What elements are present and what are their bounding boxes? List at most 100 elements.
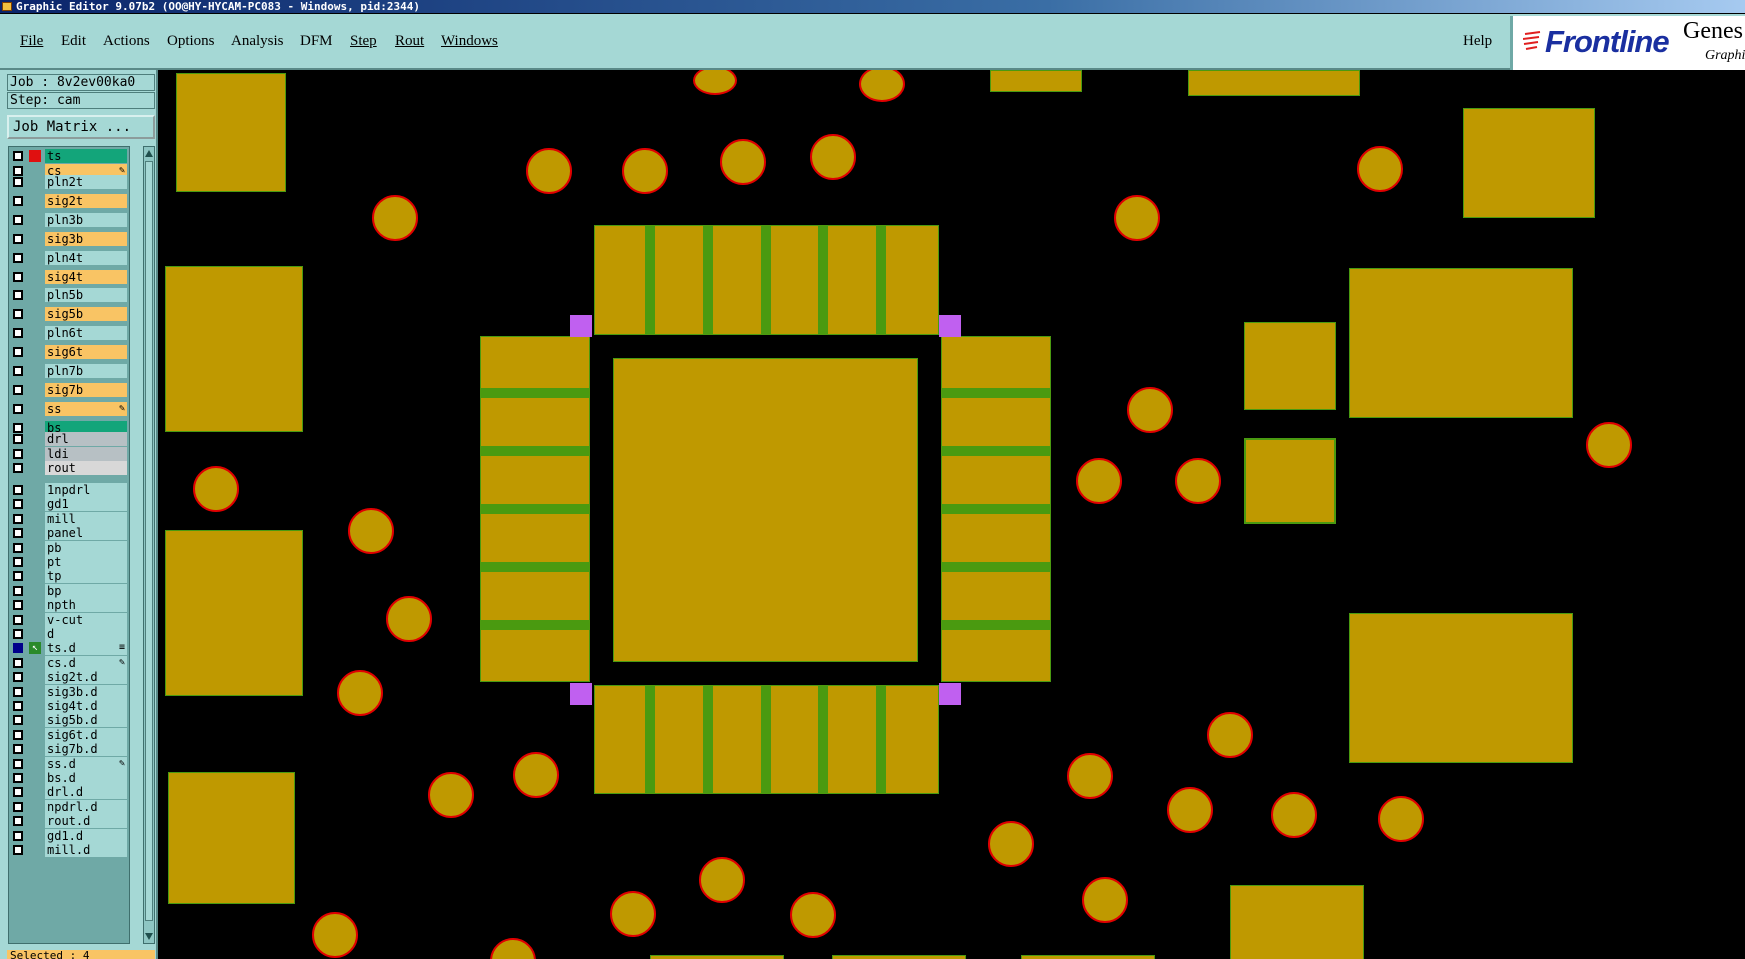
scroll-down-arrow-icon[interactable] — [145, 933, 153, 940]
layer-checkbox[interactable] — [13, 643, 23, 653]
layer-checkbox[interactable] — [13, 196, 23, 206]
layer-row-d[interactable]: d — [10, 627, 128, 641]
layer-row-cs-d[interactable]: cs.d ✎ — [10, 656, 128, 670]
layer-row-ldi[interactable]: ldi — [10, 447, 128, 461]
layer-row-sig6t-d[interactable]: sig6t.d — [10, 728, 128, 742]
layer-checkbox[interactable] — [13, 629, 23, 639]
layer-checkbox[interactable] — [13, 615, 23, 625]
layer-list-scrollbar[interactable] — [143, 146, 155, 944]
layer-row-sig3b-d[interactable]: sig3b.d — [10, 685, 128, 699]
layer-checkbox[interactable] — [13, 328, 23, 338]
layer-row-pln2t[interactable]: pln2t — [10, 175, 128, 189]
scroll-up-arrow-icon[interactable] — [145, 150, 153, 157]
layer-checkbox[interactable] — [13, 802, 23, 812]
layer-row-rout[interactable]: rout — [10, 461, 128, 475]
layer-checkbox[interactable] — [13, 816, 23, 826]
layer-row-pln5b[interactable]: pln5b — [10, 288, 128, 302]
layer-row-pln7b[interactable]: pln7b — [10, 364, 128, 378]
layer-row-sig5b[interactable]: sig5b — [10, 307, 128, 321]
layer-row-tp[interactable]: tp — [10, 569, 128, 583]
menu-actions[interactable]: Actions — [103, 33, 150, 50]
layer-row-sig7b[interactable]: sig7b — [10, 383, 128, 397]
layer-row-pln3b[interactable]: pln3b — [10, 213, 128, 227]
layer-row-bp[interactable]: bp — [10, 584, 128, 598]
layer-checkbox[interactable] — [13, 528, 23, 538]
layer-checkbox[interactable] — [13, 485, 23, 495]
layer-row-sig4t[interactable]: sig4t — [10, 270, 128, 284]
layer-checkbox[interactable] — [13, 571, 23, 581]
layer-checkbox[interactable] — [13, 787, 23, 797]
layer-row-sig5b-d[interactable]: sig5b.d — [10, 713, 128, 727]
layer-row-pln6t[interactable]: pln6t — [10, 326, 128, 340]
layer-checkbox[interactable] — [13, 177, 23, 187]
layer-checkbox[interactable] — [13, 253, 23, 263]
menu-windows[interactable]: Windows — [441, 33, 498, 50]
layer-checkbox[interactable] — [13, 234, 23, 244]
layer-row-sig3b[interactable]: sig3b — [10, 232, 128, 246]
layer-row-npdrl-d[interactable]: npdrl.d — [10, 800, 128, 814]
layer-checkbox[interactable] — [13, 499, 23, 509]
menu-rout[interactable]: Rout — [395, 33, 424, 50]
menu-options[interactable]: Options — [167, 33, 215, 50]
menu-analysis[interactable]: Analysis — [231, 33, 284, 50]
layer-checkbox[interactable] — [13, 586, 23, 596]
layer-checkbox[interactable] — [13, 773, 23, 783]
layer-checkbox[interactable] — [13, 600, 23, 610]
layer-row-mill-d[interactable]: mill.d — [10, 843, 128, 857]
layer-checkbox[interactable] — [13, 404, 23, 414]
layer-row-ss[interactable]: ss ✎ — [10, 402, 128, 416]
layer-checkbox[interactable] — [13, 845, 23, 855]
layer-row-sig6t[interactable]: sig6t — [10, 345, 128, 359]
layer-checkbox[interactable] — [13, 514, 23, 524]
menu-dfm[interactable]: DFM — [300, 33, 333, 50]
layer-row-gd1-d[interactable]: gd1.d — [10, 829, 128, 843]
layer-row-sig7b-d[interactable]: sig7b.d — [10, 742, 128, 756]
layer-row-ss-d[interactable]: ss.d ✎ — [10, 757, 128, 771]
layer-checkbox[interactable] — [13, 309, 23, 319]
layer-row-pb[interactable]: pb — [10, 541, 128, 555]
layer-row-pt[interactable]: pt — [10, 555, 128, 569]
layer-row-sig4t-d[interactable]: sig4t.d — [10, 699, 128, 713]
layer-row-npth[interactable]: npth — [10, 598, 128, 612]
menu-edit[interactable]: Edit — [61, 33, 86, 50]
layer-checkbox[interactable] — [13, 715, 23, 725]
layer-checkbox[interactable] — [13, 744, 23, 754]
layer-row-ts[interactable]: ts — [10, 149, 128, 163]
layer-row-bs-d[interactable]: bs.d — [10, 771, 128, 785]
job-matrix-button[interactable]: Job Matrix ... — [7, 115, 155, 139]
layer-row-ts-d[interactable]: ↖ ts.d ≡ — [10, 641, 128, 655]
layer-row-rout-d[interactable]: rout.d — [10, 814, 128, 828]
layer-checkbox[interactable] — [13, 366, 23, 376]
layer-checkbox[interactable] — [13, 463, 23, 473]
layer-checkbox[interactable] — [13, 272, 23, 282]
scroll-thumb[interactable] — [145, 161, 153, 921]
layer-row-sig2t-d[interactable]: sig2t.d — [10, 670, 128, 684]
layer-checkbox[interactable] — [13, 672, 23, 682]
layer-row-v-cut[interactable]: v-cut — [10, 613, 128, 627]
menu-step[interactable]: Step — [350, 33, 377, 50]
menu-file[interactable]: File — [20, 33, 43, 50]
layer-row-drl-d[interactable]: drl.d — [10, 785, 128, 799]
layer-checkbox[interactable] — [13, 290, 23, 300]
layer-checkbox[interactable] — [13, 543, 23, 553]
layer-checkbox[interactable] — [13, 730, 23, 740]
layer-row-panel[interactable]: panel — [10, 526, 128, 540]
layer-row-sig2t[interactable]: sig2t — [10, 194, 128, 208]
layer-checkbox[interactable] — [13, 449, 23, 459]
layer-row-mill[interactable]: mill — [10, 512, 128, 526]
layer-row-pln4t[interactable]: pln4t — [10, 251, 128, 265]
graphic-canvas[interactable] — [160, 70, 1745, 959]
layer-checkbox[interactable] — [13, 687, 23, 697]
layer-checkbox[interactable] — [13, 759, 23, 769]
layer-row-drl[interactable]: drl — [10, 432, 128, 446]
layer-checkbox[interactable] — [13, 215, 23, 225]
layer-checkbox[interactable] — [13, 557, 23, 567]
layer-checkbox[interactable] — [13, 658, 23, 668]
layer-checkbox[interactable] — [13, 701, 23, 711]
layer-checkbox[interactable] — [13, 434, 23, 444]
menu-help[interactable]: Help — [1463, 33, 1492, 50]
layer-checkbox[interactable] — [13, 151, 23, 161]
layer-row-gd1[interactable]: gd1 — [10, 497, 128, 511]
layer-row-1npdrl[interactable]: 1npdrl — [10, 483, 128, 497]
layer-checkbox[interactable] — [13, 831, 23, 841]
